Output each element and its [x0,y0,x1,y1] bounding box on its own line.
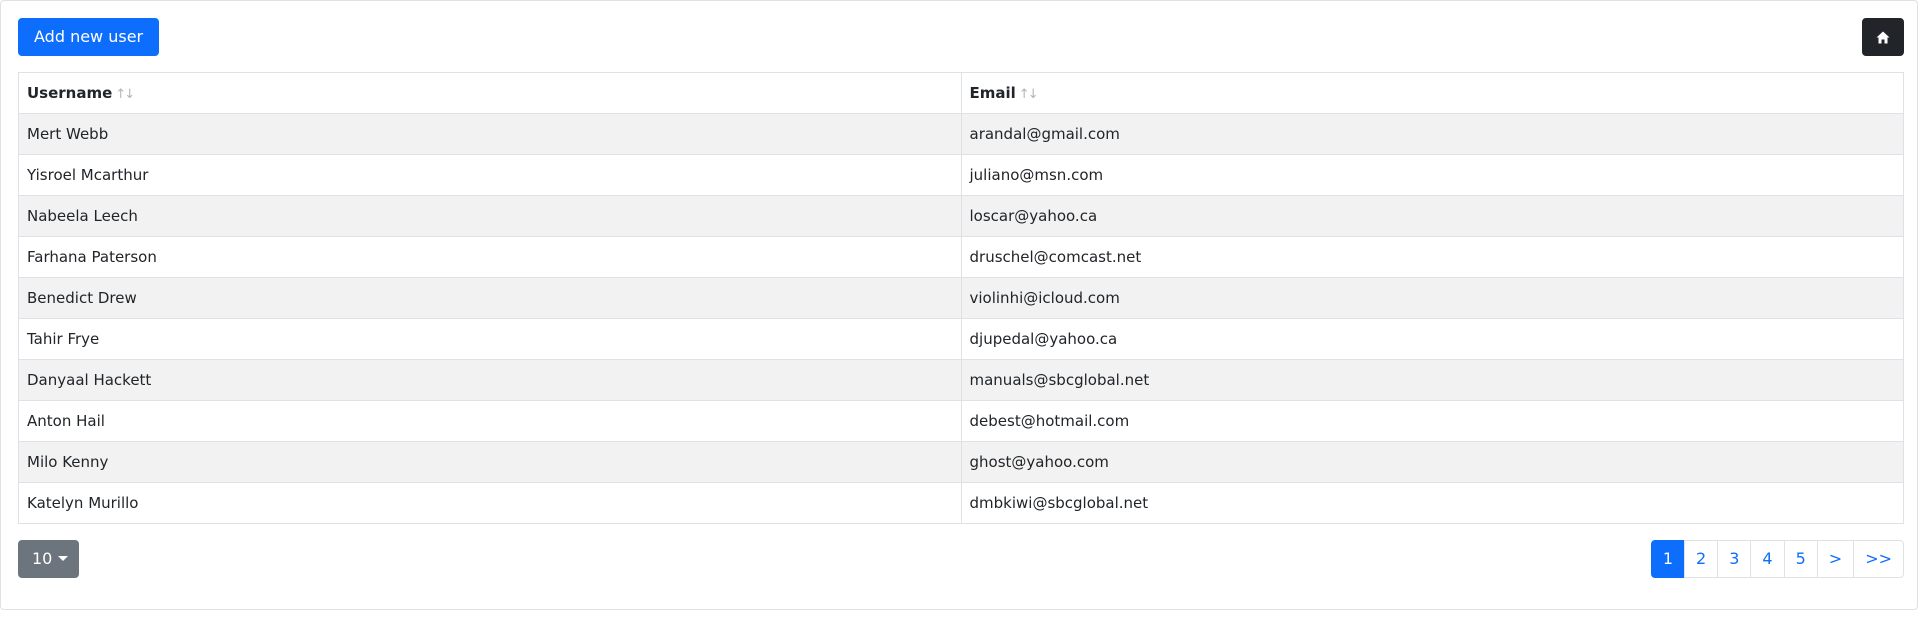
pagination: 1 2 3 4 5 > >> [1650,540,1904,578]
email-cell: loscar@yahoo.ca [960,195,1904,237]
users-table: Username ↑↓ Email ↑↓ Mert Webb arandal@gma… [18,72,1904,524]
email-cell: arandal@gmail.com [960,113,1904,155]
username-cell: Katelyn Murillo [18,482,962,524]
column-header-email[interactable]: Email ↑↓ [960,72,1904,114]
username-cell: Mert Webb [18,113,962,155]
page-link-2[interactable]: 2 [1684,540,1719,578]
page-size-value: 10 [32,549,53,568]
email-cell: druschel@comcast.net [960,236,1904,278]
username-cell: Tahir Frye [18,318,962,360]
email-cell: juliano@msn.com [960,154,1904,196]
table-row: Mert Webb arandal@gmail.com [18,113,1904,155]
toolbar: Add new user [18,18,1904,56]
table-footer: 10 1 2 3 4 5 > >> [18,540,1904,578]
page-link-5[interactable]: 5 [1783,540,1818,578]
caret-down-icon [58,555,69,561]
sort-icon[interactable]: ↑↓ [1019,87,1039,102]
sort-icon[interactable]: ↑↓ [115,87,135,102]
email-cell: ghost@yahoo.com [960,441,1904,483]
table-header-row: Username ↑↓ Email ↑↓ [18,72,1904,114]
table-row: Danyaal Hackett manuals@sbcglobal.net [18,359,1904,401]
column-header-label: Username [27,84,113,102]
page-link-4[interactable]: 4 [1750,540,1785,578]
home-button[interactable] [1862,18,1904,56]
table-row: Nabeela Leech loscar@yahoo.ca [18,195,1904,237]
email-cell: djupedal@yahoo.ca [960,318,1904,360]
add-user-button[interactable]: Add new user [18,18,160,56]
table-row: Tahir Frye djupedal@yahoo.ca [18,318,1904,360]
home-icon [1876,31,1890,43]
table-row: Anton Hail debest@hotmail.com [18,400,1904,442]
username-cell: Yisroel Mcarthur [18,154,962,196]
email-cell: dmbkiwi@sbcglobal.net [960,482,1904,524]
username-cell: Anton Hail [18,400,962,442]
column-header-label: Email [969,84,1016,102]
last-page-link[interactable]: >> [1853,540,1904,578]
table-row: Benedict Drew violinhi@icloud.com [18,277,1904,319]
users-card: Add new user Username ↑↓ Email ↑↓ Mert Web… [0,0,1918,610]
next-page-link[interactable]: > [1816,540,1855,578]
table-row: Yisroel Mcarthur juliano@msn.com [18,154,1904,196]
username-cell: Farhana Paterson [18,236,962,278]
column-header-username[interactable]: Username ↑↓ [18,72,962,114]
email-cell: manuals@sbcglobal.net [960,359,1904,401]
table-row: Milo Kenny ghost@yahoo.com [18,441,1904,483]
username-cell: Benedict Drew [18,277,962,319]
table-row: Katelyn Murillo dmbkiwi@sbcglobal.net [18,482,1904,524]
username-cell: Milo Kenny [18,441,962,483]
page-link-1[interactable]: 1 [1650,540,1686,578]
email-cell: debest@hotmail.com [960,400,1904,442]
table-row: Farhana Paterson druschel@comcast.net [18,236,1904,278]
page-size-dropdown[interactable]: 10 [18,540,79,578]
username-cell: Nabeela Leech [18,195,962,237]
username-cell: Danyaal Hackett [18,359,962,401]
page-link-3[interactable]: 3 [1717,540,1752,578]
email-cell: violinhi@icloud.com [960,277,1904,319]
